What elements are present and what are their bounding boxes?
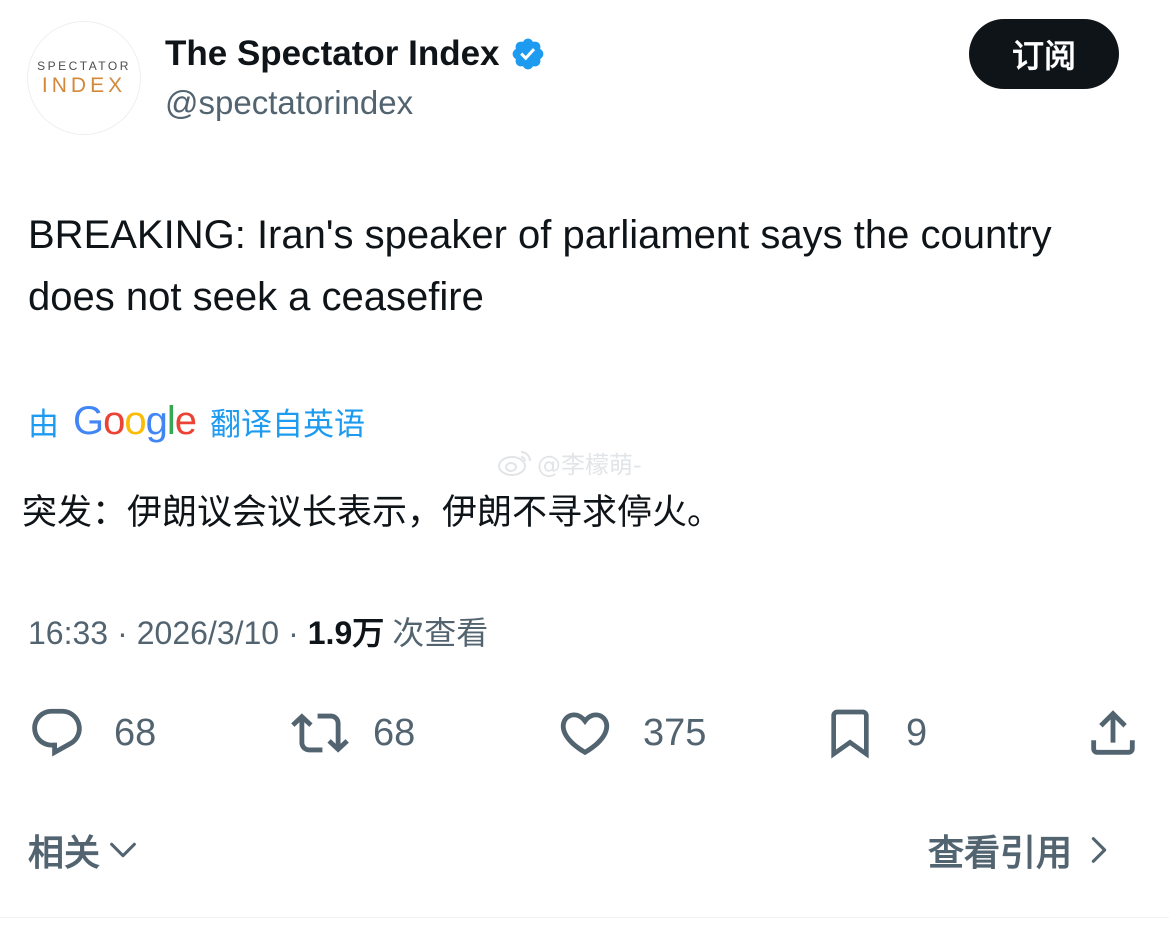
related-label: 相关 bbox=[28, 833, 101, 874]
translation-attribution[interactable]: 由 Google 翻译自英语 bbox=[28, 398, 365, 444]
google-logo: Google bbox=[73, 399, 197, 443]
verified-badge-icon bbox=[512, 38, 543, 70]
tweet-time[interactable]: 16:33 bbox=[28, 612, 108, 654]
tweet-meta: 16:33 · 2026/3/10 · 1.9万 次查看 bbox=[28, 612, 488, 654]
share-icon bbox=[1091, 710, 1135, 755]
translate-by-label: 由 bbox=[28, 406, 59, 443]
reply-count: 68 bbox=[114, 711, 157, 754]
watermark: @李檬萌- bbox=[497, 445, 642, 480]
like-count: 375 bbox=[643, 711, 707, 754]
heart-icon bbox=[560, 712, 610, 756]
weibo-icon bbox=[498, 450, 531, 476]
translate-source-label: 翻译自英语 bbox=[210, 406, 366, 443]
view-quotes-link[interactable]: 查看引用 bbox=[928, 824, 1116, 876]
watermark-text: @李檬萌- bbox=[537, 451, 642, 479]
divider bbox=[0, 917, 1169, 918]
avatar[interactable]: SPECTATOR INDEX bbox=[27, 21, 141, 135]
related-dropdown[interactable]: 相关 bbox=[28, 824, 140, 876]
views-label: 次查看 bbox=[392, 614, 489, 652]
avatar-text-top: SPECTATOR bbox=[37, 58, 131, 73]
bookmark-button[interactable]: 9 bbox=[822, 704, 927, 762]
like-button[interactable]: 375 bbox=[555, 704, 706, 762]
meta-separator: · bbox=[117, 615, 128, 651]
subscribe-button[interactable]: 订阅 bbox=[969, 19, 1119, 89]
account-handle[interactable]: @spectatorindex bbox=[165, 82, 413, 124]
chevron-down-icon bbox=[110, 842, 136, 858]
chevron-right-icon bbox=[1091, 837, 1107, 863]
account-name[interactable]: The Spectator Index bbox=[165, 32, 500, 76]
bookmark-count: 9 bbox=[906, 711, 928, 754]
view-quotes-label: 查看引用 bbox=[928, 833, 1073, 874]
avatar-text-bottom: INDEX bbox=[41, 73, 127, 97]
views-count: 1.9万 bbox=[307, 615, 385, 651]
translated-text: 突发：伊朗议会议长表示，伊朗不寻求停火。 bbox=[22, 493, 723, 533]
reply-button[interactable]: 68 bbox=[28, 704, 156, 762]
repost-count: 68 bbox=[373, 711, 416, 754]
tweet-text: BREAKING: Iran's speaker of parliament s… bbox=[28, 213, 1052, 319]
repost-button[interactable]: 68 bbox=[287, 704, 415, 762]
account-name-row[interactable]: The Spectator Index bbox=[165, 32, 546, 76]
bookmark-icon bbox=[831, 709, 869, 759]
meta-separator: · bbox=[288, 615, 299, 651]
reply-icon bbox=[32, 708, 82, 757]
share-button[interactable] bbox=[1084, 704, 1142, 762]
repost-icon bbox=[291, 713, 349, 753]
tweet-date[interactable]: 2026/3/10 bbox=[137, 612, 279, 654]
